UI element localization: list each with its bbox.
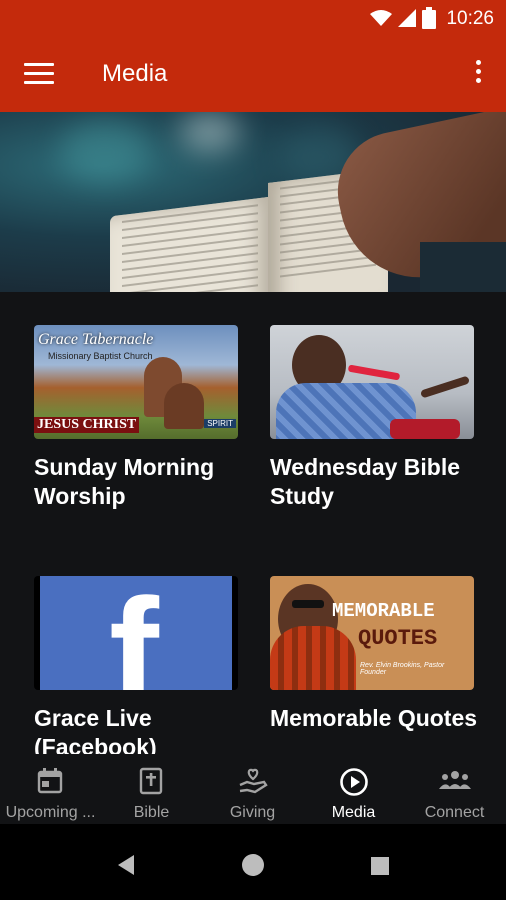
- facebook-logo-icon: f: [109, 576, 159, 690]
- nav-media[interactable]: Media: [303, 754, 404, 824]
- nav-label: Bible: [133, 804, 170, 821]
- thumb-text: QUOTES: [358, 626, 438, 651]
- bottom-navigation: Upcoming ... Bible Giving Media Connect: [0, 754, 506, 824]
- nav-label: Giving: [229, 804, 276, 821]
- thumb-text: Rev. Elvin Brookins, Pastor Founder: [360, 662, 445, 676]
- media-card-sunday-worship[interactable]: Grace Tabernacle Missionary Baptist Chur…: [34, 325, 238, 511]
- nav-connect[interactable]: Connect: [404, 754, 505, 824]
- nav-label: Media: [331, 804, 376, 821]
- nav-bible[interactable]: Bible: [101, 754, 202, 824]
- card-title: Sunday Morning Worship: [34, 454, 215, 509]
- nav-upcoming[interactable]: Upcoming ...: [0, 754, 101, 824]
- more-vert-icon[interactable]: [474, 60, 482, 90]
- group-icon: [439, 771, 471, 789]
- card-thumbnail: MEMORABLE QUOTES Rev. Elvin Brookins, Pa…: [270, 576, 474, 690]
- status-bar: 10:26: [0, 0, 506, 38]
- card-thumbnail: [270, 325, 474, 439]
- recents-icon[interactable]: [370, 856, 390, 876]
- status-icons: [370, 7, 436, 29]
- thumb-text: Missionary Baptist Church: [48, 351, 153, 361]
- signal-icon: [398, 9, 416, 27]
- wifi-icon: [370, 10, 392, 26]
- status-time: 10:26: [446, 8, 494, 29]
- thumb-text: JESUS CHRIST: [34, 417, 140, 433]
- bible-icon: [139, 767, 163, 795]
- nav-label: Connect: [424, 804, 485, 821]
- thumb-text: SPIRIT: [204, 419, 236, 428]
- battery-icon: [422, 7, 436, 29]
- media-card-bible-study[interactable]: Wednesday Bible Study: [270, 325, 474, 511]
- thumb-text: Grace Tabernacle: [38, 331, 154, 348]
- media-card-memorable-quotes[interactable]: MEMORABLE QUOTES Rev. Elvin Brookins, Pa…: [270, 576, 477, 733]
- media-card-facebook[interactable]: f Grace Live (Facebook): [34, 576, 238, 762]
- thumb-text: MEMORABLE: [332, 600, 435, 622]
- play-circle-icon: [340, 768, 368, 796]
- card-title: Memorable Quotes: [270, 705, 478, 731]
- page-title: Media: [102, 60, 168, 87]
- back-icon[interactable]: [116, 854, 136, 876]
- home-icon[interactable]: [240, 852, 266, 878]
- card-thumbnail: Grace Tabernacle Missionary Baptist Chur…: [34, 325, 238, 439]
- app-bar: Media: [0, 38, 506, 112]
- card-title: Wednesday Bible Study: [270, 454, 461, 509]
- calendar-icon: [37, 768, 63, 794]
- card-thumbnail: f: [34, 576, 238, 690]
- nav-label: Upcoming ...: [5, 804, 96, 821]
- system-navigation-bar: [0, 824, 506, 900]
- nav-giving[interactable]: Giving: [202, 754, 303, 824]
- giving-hand-icon: [239, 768, 268, 794]
- hamburger-menu-icon[interactable]: [24, 63, 54, 87]
- hero-banner-image: [0, 112, 506, 292]
